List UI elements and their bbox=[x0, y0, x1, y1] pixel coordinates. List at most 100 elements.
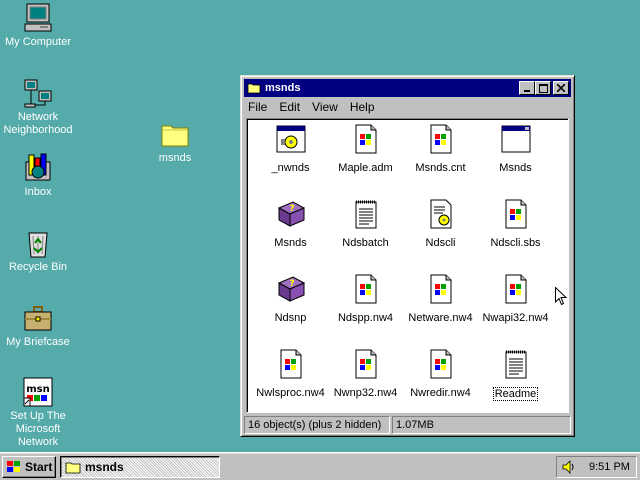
svg-text:?: ? bbox=[289, 279, 294, 289]
svg-text:?: ? bbox=[289, 204, 294, 214]
desktop-icon-my-computer[interactable]: My Computer bbox=[0, 2, 76, 49]
folder-icon bbox=[247, 83, 261, 94]
minimize-icon bbox=[524, 90, 530, 92]
menu-bar: File Edit View Help bbox=[244, 97, 571, 117]
windows-doc-icon bbox=[350, 348, 382, 387]
file-label: Nwredir.nw4 bbox=[410, 387, 471, 399]
menu-edit[interactable]: Edit bbox=[279, 100, 300, 114]
close-icon bbox=[557, 84, 565, 92]
file-item[interactable]: Msnds bbox=[478, 123, 553, 198]
file-label: Readme bbox=[492, 387, 539, 401]
desktop-icon-inbox[interactable]: Inbox bbox=[0, 152, 76, 199]
close-button[interactable] bbox=[553, 81, 569, 95]
folder-icon bbox=[161, 125, 189, 147]
windows-doc-icon bbox=[275, 348, 307, 387]
file-label: Nwapi32.nw4 bbox=[482, 312, 549, 324]
file-label: Msnds bbox=[274, 237, 307, 249]
file-label: _nwnds bbox=[271, 162, 310, 174]
file-item[interactable]: _nwnds bbox=[253, 123, 328, 198]
taskbar-button-label: msnds bbox=[85, 460, 124, 474]
windows-doc-icon bbox=[425, 273, 457, 312]
folder-icon bbox=[65, 462, 81, 473]
desktop-icon-msn[interactable]: msn Set Up The Microsoft Network bbox=[0, 376, 76, 449]
file-list-pane[interactable]: _nwnds Maple.adm Msnds.cnt Msnds? Msnds Ndsba… bbox=[246, 118, 569, 413]
volume-icon[interactable] bbox=[561, 460, 575, 474]
file-label: Nwnp32.nw4 bbox=[333, 387, 398, 399]
file-label: Netware.nw4 bbox=[408, 312, 473, 324]
file-item[interactable]: Ndscli bbox=[403, 198, 478, 273]
file-label: Ndsbatch bbox=[342, 237, 389, 249]
notepad-icon bbox=[500, 348, 532, 387]
window-titlebar[interactable]: msnds bbox=[244, 79, 571, 97]
file-label: Maple.adm bbox=[338, 162, 393, 174]
file-item[interactable]: ? Msnds bbox=[253, 198, 328, 273]
file-item[interactable]: Ndsbatch bbox=[328, 198, 403, 273]
menu-file[interactable]: File bbox=[248, 100, 267, 114]
desktop-icon-label: My Computer bbox=[4, 36, 72, 48]
file-item[interactable]: Nwnp32.nw4 bbox=[328, 348, 403, 423]
menu-help[interactable]: Help bbox=[350, 100, 375, 114]
file-item[interactable]: Maple.adm bbox=[328, 123, 403, 198]
clock[interactable]: 9:51 PM bbox=[589, 461, 630, 473]
file-label: Msnds.cnt bbox=[415, 162, 466, 174]
windows-doc-icon bbox=[500, 273, 532, 312]
file-item[interactable]: Netware.nw4 bbox=[403, 273, 478, 348]
file-label: Nwlsproc.nw4 bbox=[256, 387, 325, 399]
desktop-icon-label: Set Up The Microsoft Network bbox=[10, 410, 66, 448]
start-label: Start bbox=[25, 460, 53, 474]
desktop-icon-recycle-bin[interactable]: Recycle Bin bbox=[0, 227, 76, 274]
window-title: msnds bbox=[265, 82, 301, 94]
status-size: 1.07MB bbox=[392, 416, 571, 434]
windows-logo-icon bbox=[7, 461, 20, 472]
file-item[interactable]: Ndscli.sbs bbox=[478, 198, 553, 273]
taskbar: Start msnds 9:51 PM bbox=[0, 452, 640, 480]
desktop-icon-label: My Briefcase bbox=[6, 336, 70, 348]
file-item[interactable]: Readme bbox=[478, 348, 553, 423]
windows-doc-icon bbox=[425, 123, 457, 162]
windows-doc-icon bbox=[350, 273, 382, 312]
maximize-button[interactable] bbox=[535, 81, 551, 95]
msnds-window: msnds File Edit View Help _nwnds Maple.ad… bbox=[240, 75, 575, 437]
network-icon bbox=[24, 79, 52, 108]
file-item[interactable]: Ndspp.nw4 bbox=[328, 273, 403, 348]
windows-doc-icon bbox=[425, 348, 457, 387]
file-item[interactable]: ? Ndsnp bbox=[253, 273, 328, 348]
msn-icon: msn bbox=[23, 377, 53, 407]
windows-doc-icon bbox=[500, 198, 532, 237]
file-item[interactable]: Nwapi32.nw4 bbox=[478, 273, 553, 348]
desktop-icon-label: msnds bbox=[158, 152, 192, 164]
file-label: Msnds bbox=[499, 162, 532, 174]
maximize-icon bbox=[538, 83, 548, 93]
file-item[interactable]: Nwredir.nw4 bbox=[403, 348, 478, 423]
taskbar-button-msnds[interactable]: msnds bbox=[60, 456, 220, 478]
file-label: Ndsnp bbox=[274, 312, 307, 324]
mouse-cursor-icon bbox=[555, 287, 567, 306]
briefcase-icon bbox=[24, 306, 52, 331]
file-grid: _nwnds Maple.adm Msnds.cnt Msnds? Msnds Ndsba… bbox=[253, 123, 553, 423]
file-item[interactable]: Nwlsproc.nw4 bbox=[253, 348, 328, 423]
help-book-icon: ? bbox=[275, 198, 307, 237]
start-button[interactable]: Start bbox=[2, 456, 56, 478]
desktop-icon-label: Inbox bbox=[24, 186, 52, 198]
status-object-count: 16 object(s) (plus 2 hidden) bbox=[244, 416, 390, 434]
desktop-icon-label: Recycle Bin bbox=[8, 261, 68, 273]
recycle-bin-icon bbox=[28, 232, 48, 258]
minimize-button[interactable] bbox=[519, 81, 535, 95]
svg-text:msn: msn bbox=[26, 384, 50, 395]
status-bar: 16 object(s) (plus 2 hidden) 1.07MB bbox=[244, 416, 571, 434]
file-label: Ndspp.nw4 bbox=[337, 312, 394, 324]
file-item[interactable]: Msnds.cnt bbox=[403, 123, 478, 198]
help-book-icon: ? bbox=[275, 273, 307, 312]
inbox-icon bbox=[25, 153, 51, 181]
menu-view[interactable]: View bbox=[312, 100, 338, 114]
app-window-icon bbox=[500, 123, 532, 162]
my-computer-icon bbox=[24, 3, 52, 32]
desktop-icon-msnds-folder[interactable]: msnds bbox=[137, 118, 213, 165]
file-label: Ndscli bbox=[425, 237, 456, 249]
desktop-icon-label: Network Neighborhood bbox=[3, 111, 73, 136]
desktop-icon-briefcase[interactable]: My Briefcase bbox=[0, 302, 76, 349]
settings-file-icon bbox=[425, 198, 457, 237]
windows-doc-icon bbox=[350, 123, 382, 162]
notepad-icon bbox=[350, 198, 382, 237]
desktop-icon-network[interactable]: Network Neighborhood bbox=[0, 77, 76, 137]
